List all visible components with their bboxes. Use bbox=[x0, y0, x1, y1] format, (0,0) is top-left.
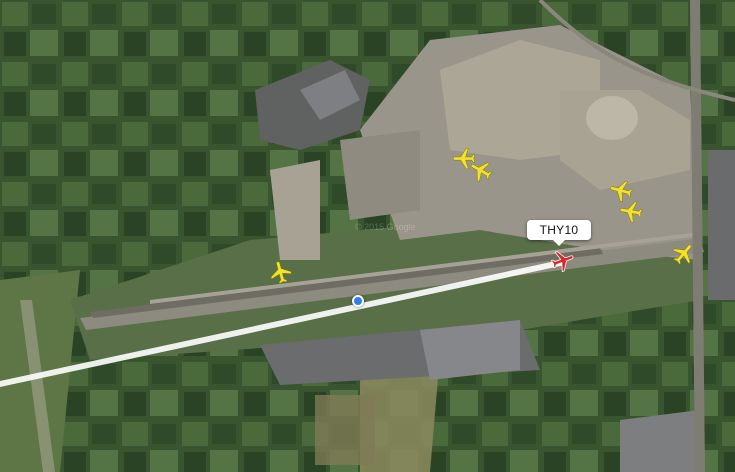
map-view[interactable]: © 2015 Google THY10 bbox=[0, 0, 735, 472]
flight-callsign-label[interactable]: THY10 bbox=[527, 220, 591, 246]
other-aircraft-5[interactable] bbox=[616, 196, 646, 226]
imagery-attribution: © 2015 Google bbox=[355, 222, 416, 232]
satellite-imagery bbox=[0, 0, 735, 472]
position-marker[interactable] bbox=[352, 295, 364, 307]
airplane-icon bbox=[619, 201, 643, 223]
